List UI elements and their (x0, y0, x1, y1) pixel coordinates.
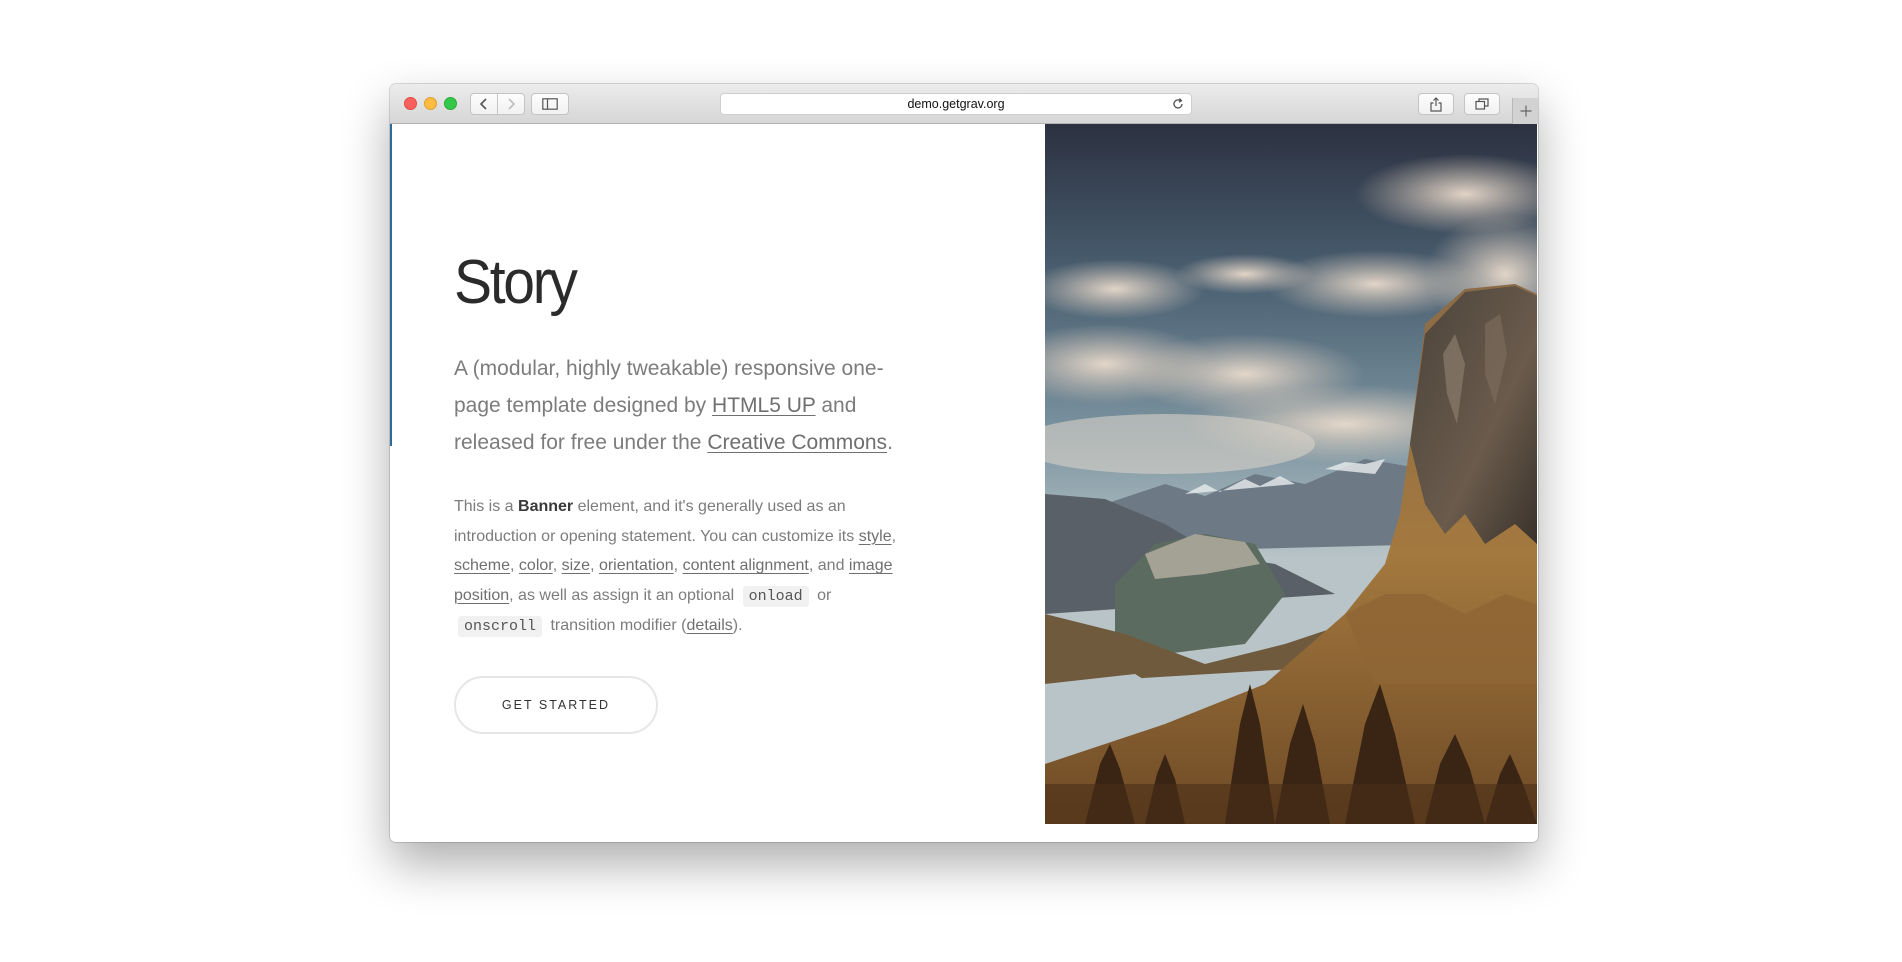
sidebar-toggle-button[interactable] (531, 93, 569, 115)
banner-description: This is a Banner element, and it's gener… (454, 492, 916, 642)
banner-title: Story (454, 248, 578, 317)
onload-code: onload (742, 585, 809, 607)
plus-icon (1520, 105, 1531, 117)
separator: , (673, 557, 683, 574)
description-text: This is a (454, 498, 519, 515)
banner-bold-text: Banner (518, 498, 574, 515)
details-link[interactable]: details (687, 617, 733, 634)
banner-subtitle: A (modular, highly tweakable) responsive… (454, 350, 904, 461)
creative-commons-link[interactable]: Creative Commons (707, 431, 887, 454)
forward-button[interactable] (497, 93, 525, 115)
banner-image (1045, 124, 1537, 824)
separator: , (590, 557, 599, 574)
sidebar-icon (542, 98, 558, 110)
scroll-indicator (390, 124, 392, 446)
maximize-window-button[interactable] (444, 97, 457, 110)
description-text: transition modifier ( (546, 617, 687, 634)
separator: , and (808, 557, 849, 574)
back-button[interactable] (470, 93, 498, 115)
reload-icon[interactable] (1171, 97, 1185, 111)
show-tabs-button[interactable] (1464, 93, 1500, 115)
close-window-button[interactable] (404, 97, 417, 110)
html5up-link[interactable]: HTML5 UP (712, 394, 815, 417)
description-text: ). (732, 617, 743, 634)
subtitle-text: . (887, 431, 893, 454)
minimize-window-button[interactable] (424, 97, 437, 110)
onscroll-code: onscroll (458, 616, 543, 637)
new-tab-button[interactable] (1512, 98, 1538, 124)
separator: , (891, 527, 897, 545)
size-link[interactable]: size (562, 557, 590, 574)
page-content: Story A (modular, highly tweakable) resp… (390, 124, 1538, 842)
scheme-link[interactable]: scheme (454, 557, 510, 574)
browser-window: demo.getgrav.org Story A (modular, highl… (390, 84, 1538, 842)
get-started-button[interactable]: GET STARTED (454, 676, 658, 734)
separator: , (552, 557, 562, 574)
chevron-left-icon (479, 98, 487, 110)
tabs-icon (1475, 98, 1489, 110)
mountain-landscape-image (1045, 124, 1537, 824)
share-button[interactable] (1418, 93, 1454, 115)
description-text: , as well as assign it an optional (509, 586, 739, 604)
separator: , (510, 557, 519, 574)
browser-toolbar: demo.getgrav.org (390, 84, 1538, 124)
share-icon (1430, 96, 1442, 112)
description-text: or (812, 586, 832, 604)
address-bar[interactable]: demo.getgrav.org (720, 93, 1192, 115)
chevron-right-icon (508, 98, 516, 110)
content-alignment-link[interactable]: content alignment (683, 557, 809, 574)
orientation-link[interactable]: orientation (599, 557, 674, 574)
style-link[interactable]: style (859, 528, 892, 545)
address-url: demo.getgrav.org (907, 97, 1005, 111)
color-link[interactable]: color (519, 557, 553, 574)
